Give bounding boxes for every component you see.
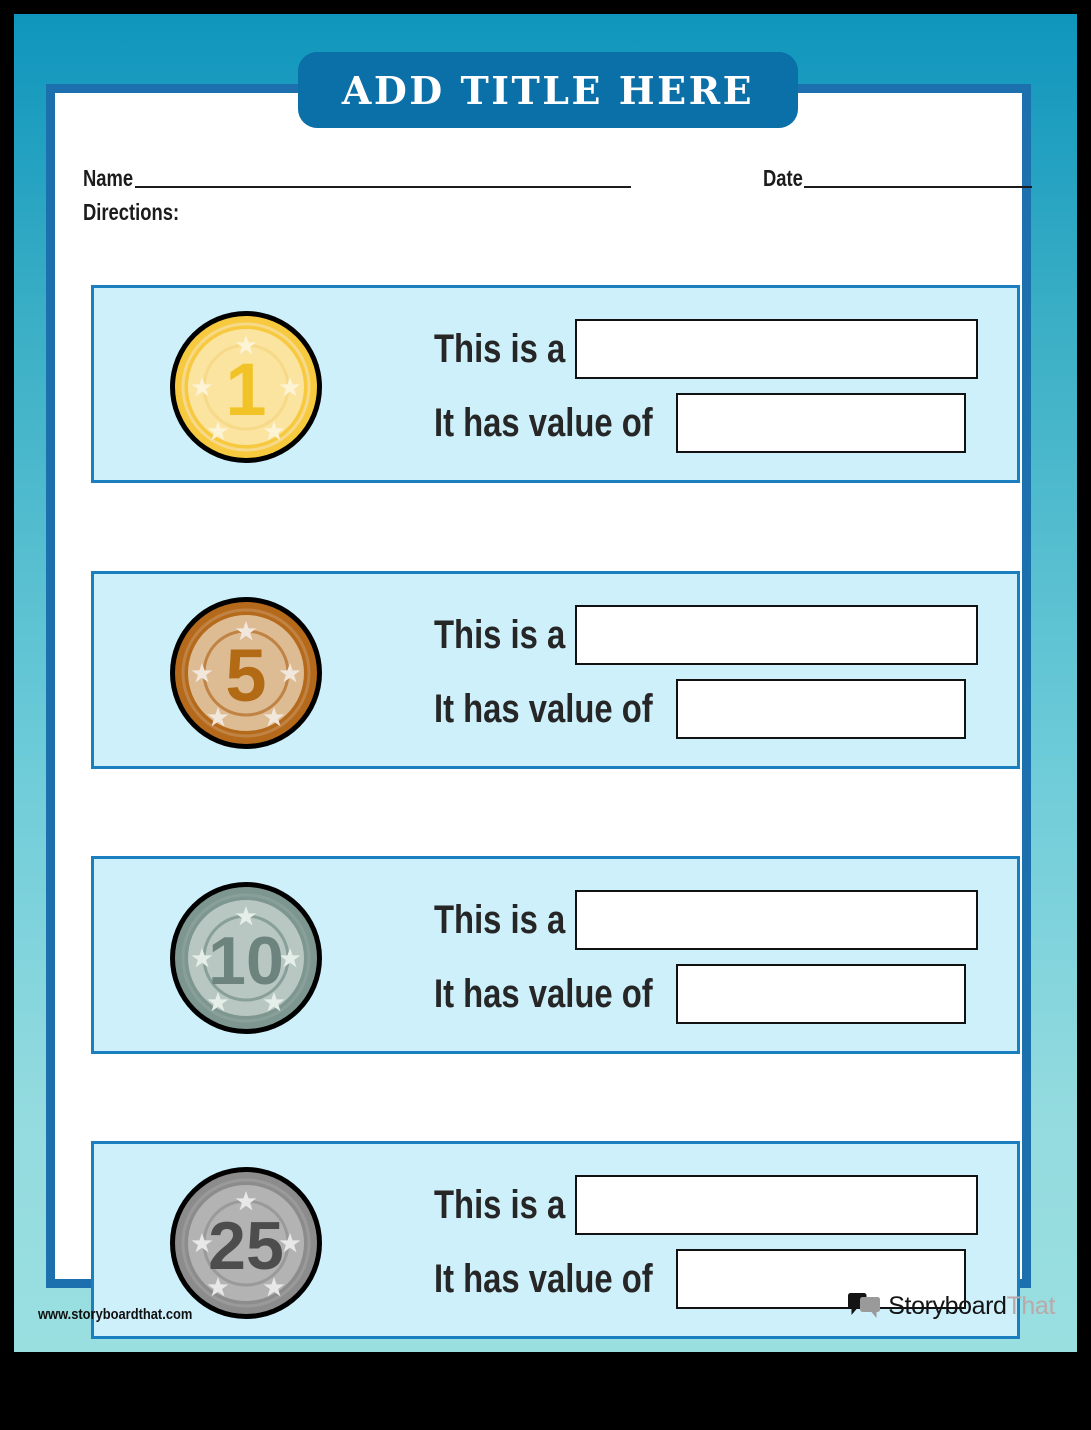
prompt-label-this-is-a: This is a [434, 613, 566, 657]
answer-box-coin-name[interactable] [575, 890, 979, 950]
logo-word-that: That [1006, 1292, 1056, 1320]
answer-box-coin-value[interactable] [675, 679, 966, 739]
page-title: ADD TITLE HERE [341, 67, 755, 113]
answer-box-coin-value[interactable] [675, 393, 966, 453]
prompt-line-this-is-a: This is a [434, 889, 979, 951]
logo-word-storyboard: Storyboard [888, 1292, 1007, 1320]
prompt-label-this-is-a: This is a [434, 327, 566, 371]
prompt-label-this-is-a: This is a [434, 898, 566, 942]
answer-box-coin-name[interactable] [575, 319, 979, 379]
prompt-line-this-is-a: This is a [434, 318, 979, 380]
speech-bubbles-icon [848, 1292, 881, 1318]
name-label: Name [83, 165, 134, 191]
name-write-line[interactable] [134, 186, 631, 188]
date-label: Date [763, 165, 803, 191]
directions-label: Directions: [83, 199, 180, 225]
prompt-block: This is a It has value of [434, 598, 1010, 750]
answer-box-coin-name[interactable] [575, 1175, 979, 1235]
prompt-block: This is a It has value of [434, 312, 1010, 464]
footer-website-url[interactable]: www.storyboardthat.com [38, 1306, 192, 1323]
prompt-label-it-has-value-of: It has value of [434, 1257, 653, 1301]
coin-number: 10 [208, 923, 284, 999]
prompt-label-this-is-a: This is a [434, 1183, 566, 1227]
prompt-label-it-has-value-of: It has value of [434, 401, 653, 445]
prompt-line-it-has-value-of: It has value of [434, 678, 966, 740]
coin-task-row: 1 This is a It has value of [91, 285, 1020, 483]
prompt-label-it-has-value-of: It has value of [434, 687, 653, 731]
directions-row: Directions: [83, 199, 203, 226]
name-field-row: Name [83, 165, 631, 192]
coin-number: 1 [225, 348, 266, 431]
prompt-line-it-has-value-of: It has value of [434, 392, 966, 454]
answer-box-coin-value[interactable] [675, 964, 966, 1024]
date-field-row: Date [763, 165, 1032, 192]
storyboardthat-logo[interactable]: StoryboardThat [847, 1292, 1055, 1321]
prompt-line-this-is-a: This is a [434, 1174, 979, 1236]
worksheet-frame: Name Date Directions: 1 This is a It has… [46, 84, 1032, 1339]
date-write-line[interactable] [803, 186, 1032, 188]
coin-task-row: 5 This is a It has value of [91, 571, 1020, 769]
prompt-line-it-has-value-of: It has value of [434, 963, 966, 1025]
title-banner[interactable]: ADD TITLE HERE [298, 52, 798, 128]
coin-number: 5 [225, 634, 266, 717]
coin-number: 25 [208, 1208, 284, 1284]
prompt-label-it-has-value-of: It has value of [434, 972, 653, 1016]
answer-box-coin-name[interactable] [575, 605, 979, 665]
logo-wordmark: StoryboardThat [888, 1292, 1055, 1321]
quarter-coin-icon: 25 [166, 1163, 326, 1323]
worksheet-poster: ADD TITLE HERE Name Date Directions: 1 T… [14, 14, 1077, 1352]
dime-coin-icon: 10 [166, 878, 326, 1038]
prompt-block: This is a It has value of [434, 883, 1010, 1035]
penny-coin-icon: 1 [166, 307, 326, 467]
coin-task-row: 10 This is a It has value of [91, 856, 1020, 1054]
prompt-line-this-is-a: This is a [434, 604, 979, 666]
nickel-coin-icon: 5 [166, 593, 326, 753]
